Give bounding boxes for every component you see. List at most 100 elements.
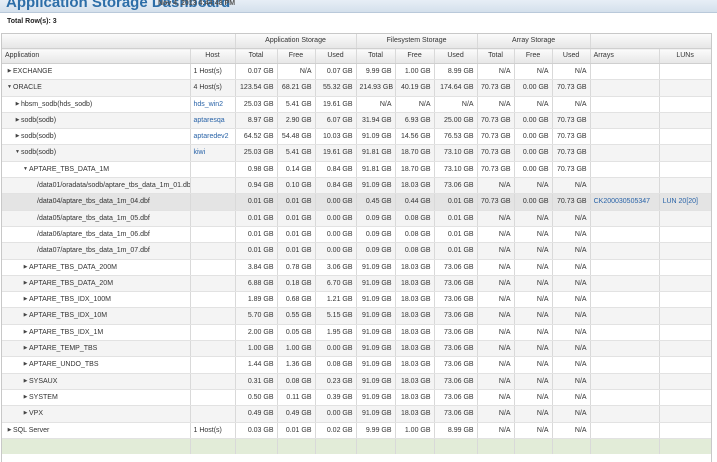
application-name: SQL Server [13, 426, 50, 434]
cell-application[interactable]: ▶ APTARE_TBS_IDX_100M [2, 291, 191, 309]
triangle-right-icon[interactable]: ▶ [22, 406, 29, 421]
table-row[interactable]: ▶ VPX 0.49 GB 0.49 GB 0.00 GB 91.09 GB 18.03 G… [2, 405, 711, 423]
cell-application[interactable]: ▶ sodb(sodb) [2, 128, 191, 146]
triangle-right-icon[interactable]: ▶ [14, 113, 21, 128]
col-header-app-total[interactable]: Total [235, 48, 278, 64]
table-row[interactable]: ▼sodb(sodb) kiwi 25.03 GB 5.41 GB 19.61 GB 91… [2, 144, 711, 162]
table-row[interactable]: ▶ APTARE_TBS_IDX_1M 2.00 GB 0.05 GB 1.95 GB 9… [2, 324, 711, 342]
cell-a-total: 2.00 GB [235, 324, 278, 342]
col-header-app-free[interactable]: Free [277, 48, 316, 64]
col-header-array-used[interactable]: Used [552, 48, 591, 64]
table-row[interactable]: ▶ APTARE_TEMP_TBS 1.00 GB 1.00 GB 0.00 GB 91.… [2, 340, 711, 358]
cell-f-free: 18.03 GB [395, 356, 435, 374]
triangle-right-icon[interactable]: ▶ [22, 308, 29, 323]
col-header-arrays[interactable]: Arrays [590, 48, 660, 64]
col-header-fs-free[interactable]: Free [395, 48, 435, 64]
cell-f-free: 6.93 GB [395, 112, 435, 130]
cell-application[interactable]: ▶ APTARE_TBS_IDX_1M [2, 324, 191, 342]
table-row[interactable]: ▶ EXCHANGE 1 Host(s) 0.07 GB N/A 0.07 GB 9.99 … [2, 63, 711, 81]
triangle-right-icon[interactable]: ▶ [22, 260, 29, 275]
cell-host[interactable]: kiwi [190, 144, 236, 162]
cell-r-total: 70.73 GB [477, 161, 515, 179]
table-row[interactable]: ▶ APTARE_TBS_IDX_10M 5.70 GB 0.55 GB 5.15 GB… [2, 307, 711, 325]
col-header-array-free[interactable]: Free [514, 48, 553, 64]
cell-r-used: N/A [552, 177, 591, 195]
cell-host [190, 324, 236, 342]
table-row[interactable]: ▶ SYSAUX 0.31 GB 0.08 GB 0.23 GB 91.09 GB 18.0… [2, 373, 711, 390]
table-row[interactable]: ▶ APTARE_TBS_DATA_20M 6.88 GB 0.18 GB 6.70 G… [2, 275, 711, 293]
table-row[interactable]: ▶ SQL Server 1 Host(s) 0.03 GB 0.01 GB 0.02 G… [2, 422, 711, 439]
cell-application[interactable]: ▶ APTARE_UNDO_TBS [2, 356, 191, 374]
cell-f-free: 18.03 GB [395, 307, 435, 325]
cell-f-total: 214.93 GB [356, 79, 396, 97]
table-row[interactable]: ▶ sodb(sodb) aptaredev2 64.52 GB 54.48 GB 10.… [2, 128, 711, 146]
cell-host[interactable]: aptaresqa [190, 112, 236, 130]
cell-f-free: 1.00 GB [395, 63, 435, 81]
table-row[interactable]: ▶ SYSTEM 0.50 GB 0.11 GB 0.39 GB 91.09 GB 18.0… [2, 389, 711, 407]
table-row[interactable]: ▶ APTARE_TBS_IDX_100M 1.89 GB 0.68 GB 1.21 G… [2, 291, 711, 309]
table-row[interactable]: ▶ sodb(sodb) aptaresqa 8.97 GB 2.90 GB 6.07 G… [2, 112, 711, 130]
triangle-right-icon[interactable]: ▶ [14, 129, 21, 144]
triangle-right-icon[interactable]: ▶ [22, 390, 29, 405]
cell-application[interactable]: ▼sodb(sodb) [2, 144, 191, 162]
cell-application[interactable]: ▶ sodb(sodb) [2, 112, 191, 130]
cell-application[interactable]: ▶ SQL Server [2, 422, 191, 439]
cell-application[interactable]: /data06/aptare_tbs_data_1m_06.dbf [2, 226, 191, 244]
cell-application[interactable]: ▶ hbsm_sodb(hds_sodb) [2, 96, 191, 113]
triangle-down-icon[interactable]: ▼ [22, 162, 29, 177]
triangle-right-icon[interactable]: ▶ [6, 64, 13, 79]
table-row[interactable]: ▶ hbsm_sodb(hds_sodb) hds_win2 25.03 GB 5.41… [2, 96, 711, 113]
cell-arrays [590, 373, 660, 390]
table-row[interactable]: /data01/oradata/sodb/aptare_tbs_data_1m_… [2, 177, 711, 195]
cell-host[interactable]: aptaredev2 [190, 128, 236, 146]
table-row[interactable]: /data04/aptare_tbs_data_1m_04.dbf 0.01 GB… [2, 193, 711, 211]
footer-cell [434, 438, 478, 455]
triangle-down-icon[interactable]: ▼ [6, 80, 13, 95]
col-header-app-used[interactable]: Used [315, 48, 357, 64]
cell-application[interactable]: ▶ APTARE_TEMP_TBS [2, 340, 191, 358]
cell-application[interactable]: /data07/aptare_tbs_data_1m_07.dbf [2, 242, 191, 260]
cell-application[interactable]: /data05/aptare_tbs_data_1m_05.dbf [2, 210, 191, 227]
cell-application[interactable]: ▶ SYSTEM [2, 389, 191, 407]
col-header-host[interactable]: Host [190, 48, 236, 64]
col-header-array-total[interactable]: Total [477, 48, 515, 64]
triangle-right-icon[interactable]: ▶ [22, 276, 29, 291]
triangle-right-icon[interactable]: ▶ [22, 292, 29, 307]
triangle-right-icon[interactable]: ▶ [22, 341, 29, 356]
col-header-fs-total[interactable]: Total [356, 48, 396, 64]
cell-application[interactable]: ▶ SYSAUX [2, 373, 191, 390]
cell-application[interactable]: ▶ APTARE_TBS_IDX_10M [2, 307, 191, 325]
triangle-right-icon[interactable]: ▶ [14, 97, 21, 112]
table-row[interactable]: /data07/aptare_tbs_data_1m_07.dbf 0.01 GB… [2, 242, 711, 260]
cell-application[interactable]: ▶ EXCHANGE [2, 63, 191, 81]
table-row[interactable]: /data06/aptare_tbs_data_1m_06.dbf 0.01 GB… [2, 226, 711, 244]
table-row[interactable]: /data05/aptare_tbs_data_1m_05.dbf 0.01 GB… [2, 210, 711, 227]
cell-a-free: 0.01 GB [277, 242, 316, 260]
col-header-luns[interactable]: LUNs [659, 48, 711, 64]
triangle-down-icon[interactable]: ▼ [14, 145, 21, 160]
cell-application[interactable]: ▶ APTARE_TBS_DATA_20M [2, 275, 191, 293]
cell-luns[interactable]: LUN 20[20] [659, 193, 711, 211]
cell-arrays [590, 307, 660, 325]
triangle-right-icon[interactable]: ▶ [6, 423, 13, 438]
cell-host[interactable]: hds_win2 [190, 96, 236, 113]
cell-application[interactable]: /data04/aptare_tbs_data_1m_04.dbf [2, 193, 191, 211]
col-header-application[interactable]: Application [2, 48, 191, 64]
cell-application[interactable]: ▼APTARE_TBS_DATA_1M [2, 161, 191, 179]
cell-application[interactable]: ▼ORACLE [2, 79, 191, 97]
cell-application[interactable]: ▶ VPX [2, 405, 191, 423]
table-row[interactable]: ▶ APTARE_TBS_DATA_200M 3.84 GB 0.78 GB 3.06 … [2, 259, 711, 276]
cell-r-used: N/A [552, 96, 591, 113]
table-row[interactable]: ▼APTARE_TBS_DATA_1M 0.98 GB 0.14 GB 0.84 GB… [2, 161, 711, 179]
col-header-fs-used[interactable]: Used [434, 48, 478, 64]
triangle-right-icon[interactable]: ▶ [22, 357, 29, 372]
cell-arrays[interactable]: CK200030505347 [590, 193, 660, 211]
triangle-right-icon[interactable]: ▶ [22, 374, 29, 389]
application-name: APTARE_TEMP_TBS [29, 345, 98, 353]
table-row[interactable]: ▼ORACLE 4 Host(s) 123.54 GB 68.21 GB 55.32 G… [2, 79, 711, 97]
cell-application[interactable]: /data01/oradata/sodb/aptare_tbs_data_1m_… [2, 177, 191, 195]
cell-application[interactable]: ▶ APTARE_TBS_DATA_200M [2, 259, 191, 276]
table-row[interactable]: ▶ APTARE_UNDO_TBS 1.44 GB 1.36 GB 0.08 GB 91.… [2, 356, 711, 374]
cell-r-total: N/A [477, 291, 515, 309]
triangle-right-icon[interactable]: ▶ [22, 325, 29, 340]
